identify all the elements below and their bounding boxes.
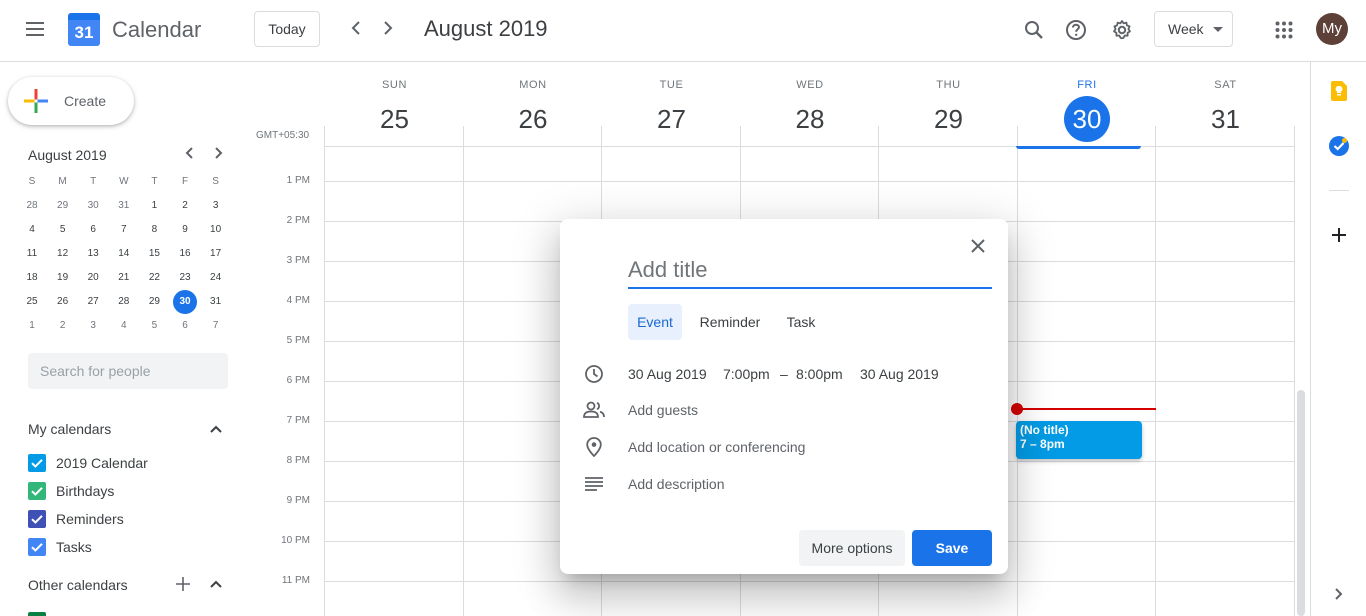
hour-label: 10 PM [281,535,310,546]
hour-label: 4 PM [286,295,310,306]
clock-icon [582,362,606,386]
save-button[interactable]: Save [912,530,992,566]
side-panel-rail [1310,62,1366,616]
day-column-divider [462,126,464,616]
description-icon [582,472,606,496]
current-date-range: August 2019 [424,16,548,41]
hour-gridline [324,581,1294,582]
tab-task[interactable]: Task [778,304,824,340]
account-avatar[interactable]: My [1316,13,1348,45]
hour-label: 2 PM [286,215,310,226]
day-of-week: WED [796,79,824,91]
chevron-right-icon[interactable] [1327,582,1351,606]
day-of-week: SAT [1214,79,1237,91]
gear-icon[interactable] [1107,15,1137,45]
event-chip[interactable]: (No title) 7 – 8pm [1016,421,1142,459]
day-column-divider [1155,126,1156,616]
day-number[interactable]: 30 [1064,96,1110,142]
day-of-week: THU [936,79,961,91]
keep-icon[interactable] [1327,79,1351,103]
day-number[interactable]: 31 [1203,96,1249,142]
tab-event[interactable]: Event [628,304,682,340]
plus-icon[interactable] [1327,223,1351,247]
hour-label: 9 PM [286,495,310,506]
chevron-left-icon[interactable] [343,16,369,42]
add-description-field[interactable]: Add description [628,476,725,492]
day-column-header[interactable]: TUE 27 [602,62,741,146]
day-column-divider [1293,126,1295,616]
day-of-week: SUN [381,79,408,91]
day-number[interactable]: 25 [372,96,418,142]
app-title: Calendar [112,17,202,42]
apps-grid-icon[interactable] [1269,15,1299,45]
hour-label: 7 PM [286,415,310,426]
add-guests-field[interactable]: Add guests [628,402,698,418]
search-icon[interactable] [1019,15,1049,45]
day-column-header[interactable]: THU 29 [879,62,1018,146]
start-time[interactable]: 7:00pm [723,366,770,382]
day-column-header[interactable]: WED 28 [741,62,880,146]
tasks-icon[interactable] [1327,134,1351,158]
chevron-right-icon[interactable] [375,16,401,42]
hour-label: 6 PM [286,375,310,386]
grid-scrollbar[interactable] [1297,390,1305,616]
day-of-week: MON [519,79,547,91]
hour-label: 5 PM [286,335,310,346]
event-title: (No title) [1020,423,1069,437]
day-of-week: FRI [1077,79,1097,91]
end-date[interactable]: 30 Aug 2019 [860,366,939,382]
hour-label: 8 PM [286,455,310,466]
day-column-divider [324,126,325,616]
more-options-button[interactable]: More options [799,530,905,566]
day-column-divider [1016,126,1018,616]
day-of-week: TUE [659,79,684,91]
day-column-header[interactable]: MON 26 [464,62,603,146]
today-button[interactable]: Today [254,11,320,47]
add-location-field[interactable]: Add location or conferencing [628,439,805,455]
current-time-dot [1011,403,1023,415]
all-day-event-strip[interactable] [1016,146,1141,149]
caret-down-icon [1213,27,1223,32]
day-column-header[interactable]: FRI 30 [1018,62,1157,146]
hour-label: 3 PM [286,255,310,266]
guests-icon [582,398,606,422]
view-select[interactable]: Week [1154,11,1233,47]
help-icon[interactable] [1061,15,1091,45]
day-number[interactable]: 27 [649,96,695,142]
event-time: 7 – 8pm [1020,437,1065,451]
day-number[interactable]: 29 [926,96,972,142]
current-time-line [1016,408,1156,410]
timezone-label: GMT+05:30 [256,130,310,141]
day-column-header[interactable]: SAT 31 [1156,62,1295,146]
time-separator: – [780,366,788,382]
view-select-value: Week [1168,21,1204,37]
calendar-logo: 31 [68,13,100,46]
header-divider [324,146,1294,147]
main-menu-icon[interactable] [24,21,46,37]
event-title-input[interactable] [628,253,992,289]
rail-divider [1329,190,1349,191]
hour-gridline [324,181,1294,182]
start-date[interactable]: 30 Aug 2019 [628,366,707,382]
hour-label: 1 PM [286,175,310,186]
top-app-bar: 31 Calendar Today August 2019 Week My [0,0,1366,62]
day-number[interactable]: 26 [510,96,556,142]
day-number[interactable]: 28 [787,96,833,142]
location-pin-icon [582,435,606,459]
end-time[interactable]: 8:00pm [796,366,843,382]
quick-event-dialog: Event Reminder Task 30 Aug 2019 7:00pm –… [560,219,1008,574]
hour-label: 11 PM [281,575,310,586]
day-column-header[interactable]: SUN 25 [325,62,464,146]
tab-reminder[interactable]: Reminder [692,304,768,340]
